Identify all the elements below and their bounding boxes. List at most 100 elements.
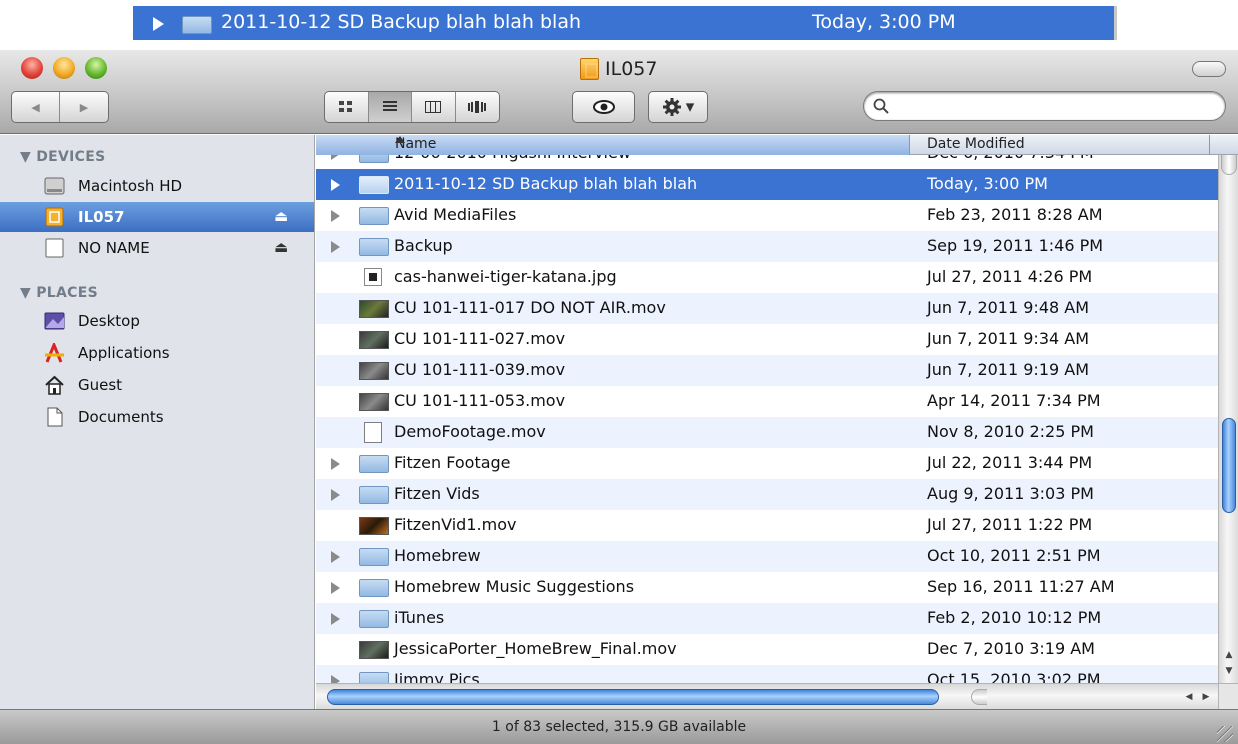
sidebar-item-no-name[interactable]: NO NAME ⏏ — [0, 233, 314, 263]
sidebar-item-applications[interactable]: Applications — [0, 338, 314, 368]
search-field[interactable] — [863, 91, 1226, 121]
disclosure-triangle-icon[interactable] — [331, 458, 340, 470]
eject-icon[interactable]: ⏏ — [274, 238, 288, 256]
sidebar-item-label: Guest — [78, 376, 123, 394]
file-row[interactable]: JessicaPorter_HomeBrew_Final.mov Dec 7, 2… — [316, 634, 1218, 665]
file-date-modified: Today, 3:00 PM — [927, 174, 1048, 193]
date-modified-column-header[interactable]: Date Modified — [927, 136, 1025, 152]
file-list: Name Date Modified 12-06-2010 Higashi In… — [316, 135, 1238, 709]
action-menu-button[interactable]: ▾ — [648, 91, 708, 123]
sort-ascending-icon — [395, 136, 405, 143]
icon-view-button[interactable] — [325, 92, 369, 122]
file-row[interactable]: 2011-10-12 SD Backup blah blah blah Today… — [316, 169, 1218, 200]
file-row[interactable]: CU 101-111-017 DO NOT AIR.mov Jun 7, 2011… — [316, 293, 1218, 324]
disclosure-triangle-icon[interactable] — [331, 551, 340, 563]
sidebar-item-label: NO NAME — [78, 239, 150, 257]
file-date-modified: Jun 7, 2011 9:48 AM — [927, 298, 1090, 317]
sidebar-item-desktop[interactable]: Desktop — [0, 306, 314, 336]
column-divider — [1209, 135, 1210, 155]
toolbar-toggle-button[interactable] — [1192, 61, 1226, 77]
folder-icon — [359, 155, 389, 163]
file-row[interactable]: DemoFootage.mov Nov 8, 2010 2:25 PM — [316, 417, 1218, 448]
disclosure-triangle-icon[interactable] — [331, 582, 340, 594]
file-date-modified: Feb 23, 2011 8:28 AM — [927, 205, 1103, 224]
horizontal-scroll-thumb[interactable] — [327, 689, 939, 705]
file-name: cas-hanwei-tiger-katana.jpg — [394, 267, 617, 286]
file-name: Fitzen Vids — [394, 484, 480, 503]
file-row[interactable]: CU 101-111-053.mov Apr 14, 2011 7:34 PM — [316, 386, 1218, 417]
file-row[interactable]: Backup Sep 19, 2011 1:46 PM — [316, 231, 1218, 262]
zoom-button[interactable] — [85, 57, 107, 79]
view-switcher — [324, 91, 500, 123]
resize-grip-icon[interactable] — [1217, 726, 1233, 742]
vertical-scrollbar[interactable]: ▲ ▼ — [1218, 155, 1238, 683]
coverflow-view-icon — [468, 101, 487, 113]
file-row[interactable]: 12-06-2010 Higashi Interview Dec 6, 2010 … — [316, 155, 1218, 169]
disclosure-triangle-icon[interactable] — [331, 241, 340, 253]
sidebar-item-macintosh-hd[interactable]: Macintosh HD — [0, 171, 314, 201]
file-row[interactable]: CU 101-111-027.mov Jun 7, 2011 9:34 AM — [316, 324, 1218, 355]
close-button[interactable] — [21, 57, 43, 79]
disclosure-triangle-icon[interactable] — [331, 155, 340, 160]
applications-icon — [45, 343, 64, 363]
file-date-modified: Dec 7, 2010 3:19 AM — [927, 639, 1095, 658]
sidebar-item-guest[interactable]: Guest — [0, 370, 314, 400]
sidebar-item-il057[interactable]: IL057 ⏏ — [0, 202, 314, 232]
file-date-modified: Sep 19, 2011 1:46 PM — [927, 236, 1104, 255]
file-date-modified: Jun 7, 2011 9:19 AM — [927, 360, 1090, 379]
quick-look-button[interactable] — [572, 91, 635, 123]
file-row[interactable]: iTunes Feb 2, 2010 10:12 PM — [316, 603, 1218, 634]
file-row[interactable]: Fitzen Footage Jul 22, 2011 3:44 PM — [316, 448, 1218, 479]
file-name: CU 101-111-039.mov — [394, 360, 566, 379]
file-row[interactable]: Homebrew Oct 10, 2011 2:51 PM — [316, 541, 1218, 572]
back-button[interactable]: ◀ — [12, 92, 61, 122]
column-view-icon — [425, 101, 442, 113]
sidebar: ▼ DEVICES Macintosh HD IL057 ⏏ NO NAME ⏏… — [0, 135, 315, 709]
file-date-modified: Dec 6, 2010 7:34 PM — [927, 155, 1094, 162]
coverflow-view-button[interactable] — [456, 92, 499, 122]
horizontal-scrollbar[interactable]: ◀ ▶ — [316, 683, 1218, 709]
disclosure-triangle-icon[interactable] — [331, 179, 340, 191]
file-row[interactable]: Fitzen Vids Aug 9, 2011 3:03 PM — [316, 479, 1218, 510]
file-name: JessicaPorter_HomeBrew_Final.mov — [394, 639, 677, 658]
vertical-scroll-thumb[interactable] — [1222, 418, 1236, 513]
gear-icon — [662, 98, 681, 116]
file-name: DemoFootage.mov — [394, 422, 546, 441]
forward-button[interactable]: ▶ — [60, 92, 108, 122]
scrollbar-top-cap — [1221, 155, 1237, 175]
list-view-button[interactable] — [368, 92, 412, 122]
search-icon — [873, 98, 889, 114]
column-view-button[interactable] — [412, 92, 456, 122]
file-row[interactable]: FitzenVid1.mov Jul 27, 2011 1:22 PM — [316, 510, 1218, 541]
file-row[interactable]: cas-hanwei-tiger-katana.jpg Jul 27, 2011 … — [316, 262, 1218, 293]
search-input[interactable] — [894, 96, 1214, 116]
sidebar-item-label: Applications — [78, 344, 170, 362]
external-drive-icon — [45, 207, 64, 227]
disclosure-triangle-icon[interactable] — [331, 613, 340, 625]
sidebar-item-documents[interactable]: Documents — [0, 402, 314, 432]
file-date-modified: Aug 9, 2011 3:03 PM — [927, 484, 1094, 503]
icon-view-icon — [339, 101, 353, 112]
file-name: Homebrew Music Suggestions — [394, 577, 635, 596]
file-name: CU 101-111-027.mov — [394, 329, 566, 348]
minimize-button[interactable] — [53, 57, 75, 79]
disclosure-triangle-icon[interactable] — [331, 675, 340, 683]
file-name: 2011-10-12 SD Backup blah blah blah — [394, 174, 698, 193]
name-column-header[interactable]: Name — [316, 135, 910, 155]
file-name: CU 101-111-053.mov — [394, 391, 566, 410]
eject-icon[interactable]: ⏏ — [274, 207, 288, 225]
sidebar-item-label: Desktop — [78, 312, 140, 330]
file-date-modified: Jul 27, 2011 1:22 PM — [927, 515, 1093, 534]
file-row[interactable]: CU 101-111-039.mov Jun 7, 2011 9:19 AM — [316, 355, 1218, 386]
scroll-down-arrow-icon[interactable]: ▼ — [1219, 661, 1238, 681]
finder-window: IL057 ◀ ▶ ▾ ▼ DEVICES Macintosh HD IL057… — [0, 50, 1238, 744]
folder-icon — [359, 579, 389, 597]
disclosure-triangle-icon[interactable] — [331, 489, 340, 501]
folder-icon — [359, 176, 389, 194]
file-row[interactable]: Homebrew Music Suggestions Sep 16, 2011 1… — [316, 572, 1218, 603]
disclosure-triangle-icon[interactable] — [331, 210, 340, 222]
file-date-modified: Nov 8, 2010 2:25 PM — [927, 422, 1094, 441]
scroll-right-arrow-icon[interactable]: ▶ — [1196, 684, 1216, 710]
file-row[interactable]: Avid MediaFiles Feb 23, 2011 8:28 AM — [316, 200, 1218, 231]
file-row[interactable]: Jimmy Pics Oct 15, 2010 3:02 PM — [316, 665, 1218, 683]
